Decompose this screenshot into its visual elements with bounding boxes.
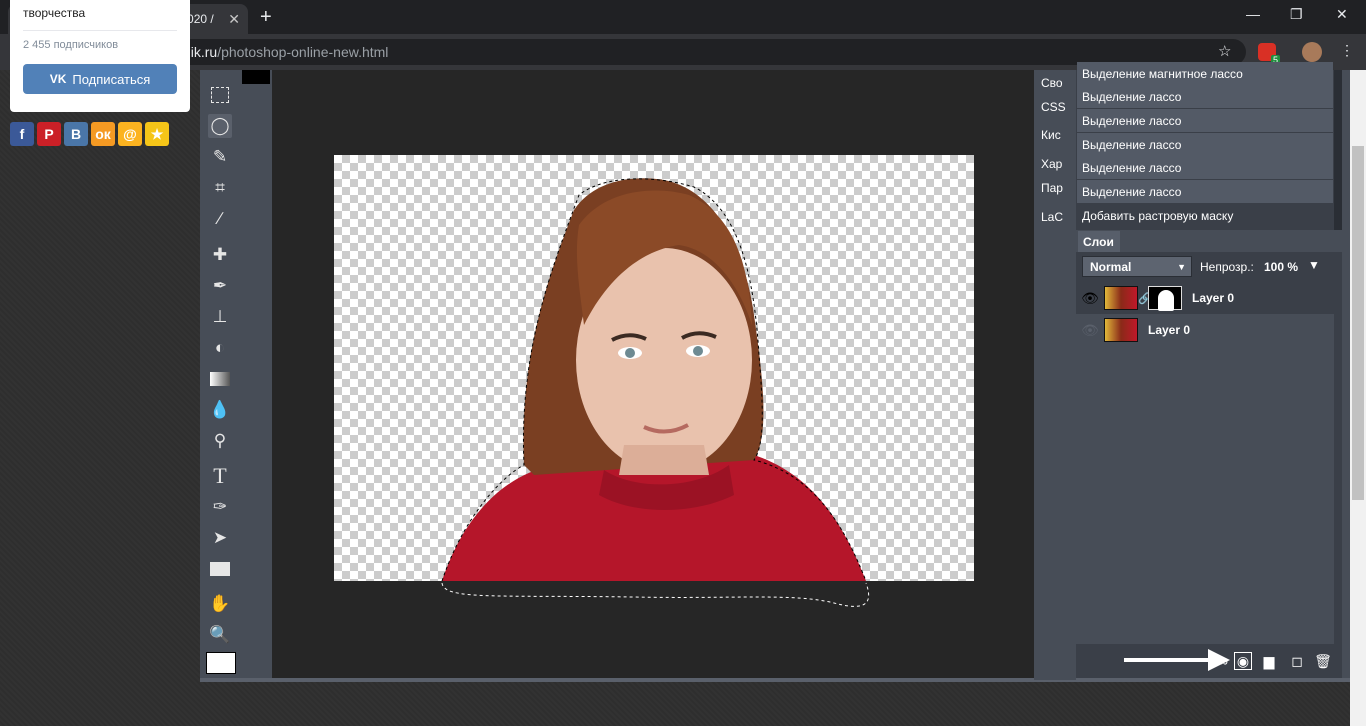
tab-brushes[interactable]: Кис bbox=[1034, 122, 1074, 148]
foreground-color-swatch[interactable] bbox=[206, 652, 236, 674]
favorite-icon[interactable]: ★ bbox=[145, 122, 169, 146]
hand-icon[interactable]: ✋ bbox=[208, 592, 232, 616]
rectangle-shape-icon[interactable] bbox=[208, 557, 232, 581]
layer-mask-thumbnail[interactable] bbox=[1148, 286, 1182, 311]
layer-name: Layer 0 bbox=[1148, 323, 1191, 337]
history-item[interactable]: Выделение лассо bbox=[1077, 109, 1333, 132]
history-item-active[interactable]: Добавить растровую маску bbox=[1077, 204, 1333, 227]
layers-scrollbar[interactable] bbox=[1334, 282, 1342, 644]
blend-mode-value: Normal bbox=[1090, 259, 1132, 274]
history-item[interactable]: Выделение магнитное лассо bbox=[1077, 62, 1333, 85]
tab-properties[interactable]: Сво bbox=[1034, 70, 1074, 96]
tab-lac[interactable]: LaC bbox=[1034, 204, 1074, 230]
toolbox: ◯ ✎ ⌗ ∕ ✚ ✒ ⊥ ◐ 💧 ⚲ T ✑ ➤ ✋ 🔍 bbox=[200, 70, 240, 680]
pinterest-icon[interactable]: P bbox=[37, 122, 61, 146]
layer-row[interactable]: 👁 Layer 0 bbox=[1076, 314, 1334, 346]
delete-trash-icon[interactable]: 🗑 bbox=[1314, 652, 1332, 670]
vk-widget-text: творчества bbox=[23, 6, 86, 20]
annotation-arrow-head bbox=[1208, 649, 1230, 671]
social-share-bar: f P B ок @ ★ bbox=[10, 122, 169, 146]
tab-paragraph[interactable]: Пар bbox=[1034, 175, 1074, 201]
profile-avatar[interactable] bbox=[1302, 42, 1322, 62]
address-bar[interactable]: 🔒 editor.0lik.ru /photoshop-online-new.h… bbox=[106, 39, 1246, 65]
path-selection-icon[interactable]: ➤ bbox=[208, 526, 232, 550]
layers-panel: Слои Normal ▼ Непрозр.: 100 % ▼ 👁 🔗 Laye… bbox=[1076, 230, 1342, 678]
divider bbox=[23, 30, 177, 31]
history-item[interactable]: Выделение лассо bbox=[1077, 156, 1333, 179]
mail-icon[interactable]: @ bbox=[118, 122, 142, 146]
vk-logo-icon: VK bbox=[49, 72, 67, 86]
status-bar bbox=[200, 678, 1350, 682]
right-iris-shape bbox=[693, 346, 703, 356]
portrait-image bbox=[441, 178, 867, 581]
history-item[interactable]: Выделение лассо bbox=[1077, 85, 1333, 108]
history-scrollbar[interactable] bbox=[1334, 70, 1342, 230]
eraser-icon[interactable]: ◐ bbox=[208, 336, 232, 360]
new-tab-icon[interactable]: + bbox=[260, 6, 272, 29]
opacity-label: Непрозр.: bbox=[1200, 260, 1254, 274]
eyedropper-icon[interactable]: ∕ bbox=[208, 207, 232, 231]
opacity-input[interactable]: 100 % bbox=[1260, 256, 1304, 277]
browser-menu-icon[interactable]: ⋮ bbox=[1340, 42, 1354, 59]
crop-icon[interactable]: ⌗ bbox=[208, 176, 232, 200]
annotation-arrow-line bbox=[1124, 658, 1216, 662]
layer-name: Layer 0 bbox=[1192, 291, 1235, 305]
add-mask-icon[interactable]: ◉ bbox=[1234, 652, 1252, 670]
options-column bbox=[240, 70, 272, 680]
tab-layers[interactable]: Слои bbox=[1078, 231, 1120, 252]
vk-subscribers-count: 2 455 подписчиков bbox=[23, 39, 119, 51]
layer-thumbnail bbox=[1104, 318, 1138, 342]
visibility-eye-icon[interactable]: 👁 bbox=[1076, 322, 1104, 339]
browser-tab-bar: Фотошоп Онлайн Новый 2020 / ✕ + — ❐ ✕ bbox=[0, 0, 1366, 34]
bookmark-star-icon[interactable]: ☆ bbox=[1218, 42, 1231, 60]
vk-subscribe-label: Подписаться bbox=[72, 71, 151, 87]
tab-css[interactable]: CSS bbox=[1034, 94, 1074, 120]
facebook-icon[interactable]: f bbox=[10, 122, 34, 146]
layers-header: Normal ▼ Непрозр.: 100 % ▼ bbox=[1076, 252, 1342, 282]
document-canvas[interactable] bbox=[334, 155, 974, 581]
quick-selection-icon[interactable]: ✎ bbox=[208, 145, 232, 169]
neck-shape bbox=[619, 445, 709, 475]
panel-tabs: Сво CSS Кис Хар Пар LaC bbox=[1034, 70, 1076, 680]
page-scrollbar[interactable] bbox=[1350, 70, 1366, 726]
new-layer-icon[interactable]: ◻ bbox=[1288, 652, 1306, 670]
close-tab-icon[interactable]: ✕ bbox=[228, 11, 240, 28]
blur-icon[interactable]: 💧 bbox=[208, 398, 232, 422]
history-item[interactable]: Выделение лассо bbox=[1077, 180, 1333, 203]
url-path: /photoshop-online-new.html bbox=[217, 44, 389, 60]
vk-subscribe-button[interactable]: VK Подписаться bbox=[23, 64, 177, 94]
vk-icon[interactable]: B bbox=[64, 122, 88, 146]
left-iris-shape bbox=[625, 348, 635, 358]
opacity-dropdown-icon[interactable]: ▼ bbox=[1308, 258, 1320, 272]
layer-row[interactable]: 👁 🔗 Layer 0 bbox=[1076, 282, 1334, 314]
history-item[interactable]: Выделение лассо bbox=[1077, 133, 1333, 156]
brush-icon[interactable]: ✒ bbox=[208, 274, 232, 298]
rectangular-marquee-icon[interactable] bbox=[208, 83, 232, 107]
odnoklassniki-icon[interactable]: ок bbox=[91, 122, 115, 146]
page-scrollbar-thumb[interactable] bbox=[1352, 146, 1364, 500]
chevron-down-icon: ▼ bbox=[1177, 261, 1186, 272]
new-group-folder-icon[interactable]: ▆ bbox=[1260, 652, 1278, 670]
visibility-eye-icon[interactable]: 👁 bbox=[1076, 290, 1104, 307]
history-panel: Выделение магнитное лассо Выделение ласс… bbox=[1076, 62, 1342, 230]
layer-thumbnail bbox=[1104, 286, 1138, 310]
lasso-icon[interactable]: ◯ bbox=[208, 114, 232, 138]
minimize-icon[interactable]: — bbox=[1246, 6, 1260, 22]
clone-stamp-icon[interactable]: ⊥ bbox=[208, 305, 232, 329]
background-color-swatch[interactable] bbox=[242, 70, 270, 84]
tab-characteristics[interactable]: Хар bbox=[1034, 151, 1074, 177]
dodge-icon[interactable]: ⚲ bbox=[208, 429, 232, 453]
extension-icon[interactable]: 5 bbox=[1258, 43, 1280, 65]
type-icon[interactable]: T bbox=[208, 463, 232, 488]
link-icon[interactable]: 🔗 bbox=[1138, 292, 1152, 305]
pen-icon[interactable]: ✑ bbox=[208, 495, 232, 519]
restore-icon[interactable]: ❐ bbox=[1290, 6, 1303, 23]
gradient-icon[interactable] bbox=[208, 367, 232, 391]
selection-outline-bottom bbox=[441, 582, 870, 607]
healing-brush-icon[interactable]: ✚ bbox=[208, 243, 232, 267]
blend-mode-select[interactable]: Normal ▼ bbox=[1082, 256, 1192, 277]
zoom-icon[interactable]: 🔍 bbox=[208, 623, 232, 647]
vk-widget: творчества 2 455 подписчиков VK Подписат… bbox=[10, 0, 190, 112]
close-window-icon[interactable]: ✕ bbox=[1336, 6, 1348, 23]
